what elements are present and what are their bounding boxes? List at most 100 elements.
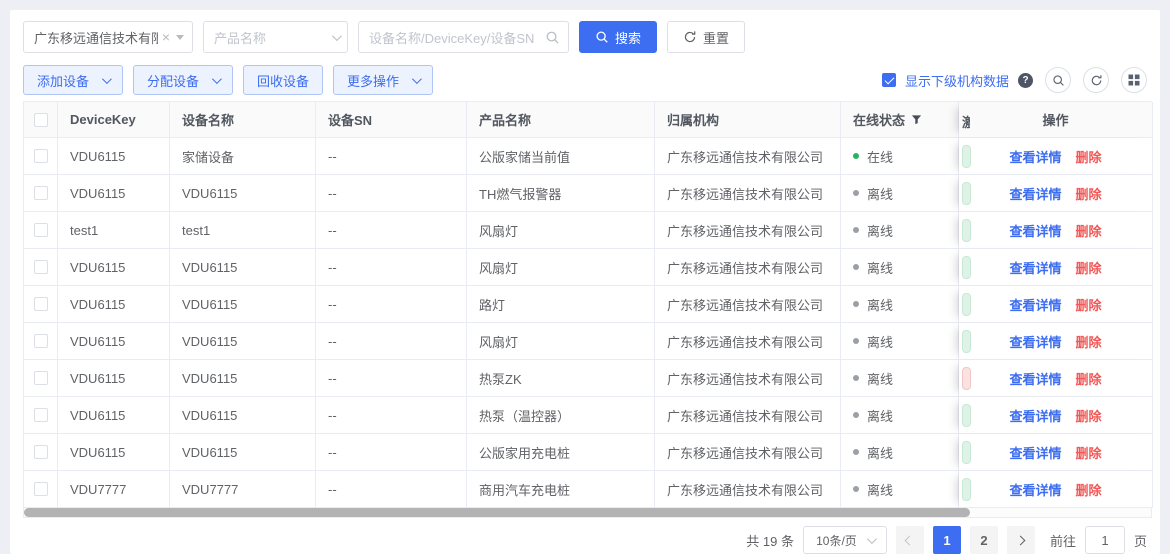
view-detail-link[interactable]: 查看详情 — [1009, 480, 1061, 499]
status-text: 在线 — [867, 147, 893, 166]
more-actions-label: 更多操作 — [347, 71, 399, 90]
view-detail-link[interactable]: 查看详情 — [1009, 406, 1061, 425]
delete-link[interactable]: 删除 — [1076, 184, 1102, 203]
toolbar: 添加设备 分配设备 回收设备 更多操作 显示下级机构数据 ? — [23, 65, 1147, 95]
assign-device-button[interactable]: 分配设备 — [133, 65, 233, 95]
filter-funnel-icon[interactable] — [911, 114, 922, 125]
activation-tag — [962, 367, 971, 390]
delete-link[interactable]: 删除 — [1076, 258, 1102, 277]
row-checkbox[interactable] — [34, 223, 48, 237]
row-checkbox[interactable] — [34, 260, 48, 274]
recycle-device-button[interactable]: 回收设备 — [243, 65, 323, 95]
view-detail-link[interactable]: 查看详情 — [1009, 332, 1061, 351]
delete-link[interactable]: 删除 — [1076, 295, 1102, 314]
view-detail-link[interactable]: 查看详情 — [1009, 221, 1061, 240]
row-checkbox[interactable] — [34, 445, 48, 459]
cell-device-key: VDU6115 — [58, 360, 170, 397]
show-sub-org-checkbox[interactable] — [882, 73, 896, 87]
page-button-2[interactable]: 2 — [970, 526, 998, 554]
cell-device-key: test1 — [58, 212, 170, 249]
cell-online-status: 离线 — [841, 397, 959, 434]
cell-device-sn: -- — [316, 212, 467, 249]
page-button-1[interactable]: 1 — [933, 526, 961, 554]
search-button[interactable]: 搜索 — [579, 21, 657, 53]
filter-bar: 广东移远通信技术有限... × 产品名称 设备名称/DeviceKey/设备SN… — [23, 21, 745, 53]
status-dot — [853, 449, 859, 455]
view-detail-link[interactable]: 查看详情 — [1009, 295, 1061, 314]
cell-device-name: VDU6115 — [170, 286, 316, 323]
cell-org: 广东移远通信技术有限公司 — [655, 249, 841, 286]
clipped-column-header: 激 — [962, 112, 970, 131]
status-dot — [853, 412, 859, 418]
cell-device-key: VDU7777 — [58, 471, 170, 508]
page-size-select[interactable]: 10条/页 — [803, 526, 887, 554]
select-all-checkbox[interactable] — [34, 113, 48, 127]
clear-icon[interactable]: × — [162, 30, 170, 44]
delete-link[interactable]: 删除 — [1076, 369, 1102, 388]
zoom-icon-button[interactable] — [1045, 67, 1071, 93]
refresh-icon-button[interactable] — [1083, 67, 1109, 93]
view-detail-link[interactable]: 查看详情 — [1009, 369, 1061, 388]
col-header-product: 产品名称 — [467, 102, 655, 138]
table-tools: 显示下级机构数据 ? — [882, 67, 1147, 93]
cell-actions: 查看详情 删除 — [959, 286, 1153, 323]
row-checkbox[interactable] — [34, 334, 48, 348]
next-page-button[interactable] — [1007, 526, 1035, 554]
status-dot — [853, 227, 859, 233]
row-checkbox[interactable] — [34, 149, 48, 163]
search-button-label: 搜索 — [615, 28, 641, 47]
org-select[interactable]: 广东移远通信技术有限... × — [23, 21, 193, 53]
more-actions-button[interactable]: 更多操作 — [333, 65, 433, 95]
cell-actions: 查看详情 删除 — [959, 397, 1153, 434]
status-text: 离线 — [867, 221, 893, 240]
activation-tag — [962, 441, 971, 464]
assign-device-label: 分配设备 — [147, 71, 199, 90]
device-search-placeholder: 设备名称/DeviceKey/设备SN — [369, 28, 545, 47]
device-search-input[interactable]: 设备名称/DeviceKey/设备SN — [358, 21, 569, 53]
row-checkbox-cell — [24, 175, 58, 212]
status-text: 离线 — [867, 258, 893, 277]
help-icon[interactable]: ? — [1018, 73, 1033, 88]
row-checkbox[interactable] — [34, 482, 48, 496]
product-select[interactable]: 产品名称 — [203, 21, 348, 53]
cell-product-name: 风扇灯 — [467, 212, 655, 249]
row-checkbox[interactable] — [34, 408, 48, 422]
goto-page-input[interactable] — [1085, 526, 1125, 554]
view-detail-link[interactable]: 查看详情 — [1009, 443, 1061, 462]
device-table: DeviceKey 设备名称 设备SN 产品名称 归属机构 在线状态 激 操作 … — [23, 101, 1152, 508]
cell-product-name: 风扇灯 — [467, 249, 655, 286]
cell-online-status: 离线 — [841, 175, 959, 212]
cell-org: 广东移远通信技术有限公司 — [655, 323, 841, 360]
column-settings-icon-button[interactable] — [1121, 67, 1147, 93]
row-checkbox[interactable] — [34, 297, 48, 311]
view-detail-link[interactable]: 查看详情 — [1009, 147, 1061, 166]
delete-link[interactable]: 删除 — [1076, 147, 1102, 166]
add-device-label: 添加设备 — [37, 71, 89, 90]
horizontal-scrollbar-track[interactable] — [23, 507, 1152, 518]
table-header-row: DeviceKey 设备名称 设备SN 产品名称 归属机构 在线状态 激 操作 — [24, 102, 1152, 138]
delete-link[interactable]: 删除 — [1076, 221, 1102, 240]
row-checkbox[interactable] — [34, 371, 48, 385]
add-device-button[interactable]: 添加设备 — [23, 65, 123, 95]
reset-button[interactable]: 重置 — [667, 21, 745, 53]
cell-device-name: 家储设备 — [170, 138, 316, 175]
pagination-bar: 共 19 条 10条/页 1 2 前往 页 — [746, 526, 1147, 554]
delete-link[interactable]: 删除 — [1076, 406, 1102, 425]
horizontal-scrollbar-thumb[interactable] — [24, 508, 970, 517]
col-header-device-sn: 设备SN — [316, 102, 467, 138]
cell-device-sn: -- — [316, 471, 467, 508]
row-checkbox[interactable] — [34, 186, 48, 200]
cell-device-sn: -- — [316, 175, 467, 212]
cell-device-sn: -- — [316, 397, 467, 434]
delete-link[interactable]: 删除 — [1076, 480, 1102, 499]
status-dot — [853, 338, 859, 344]
delete-link[interactable]: 删除 — [1076, 443, 1102, 462]
cell-device-name: VDU6115 — [170, 175, 316, 212]
delete-link[interactable]: 删除 — [1076, 332, 1102, 351]
cell-org: 广东移远通信技术有限公司 — [655, 471, 841, 508]
cell-device-key: VDU6115 — [58, 249, 170, 286]
prev-page-button[interactable] — [896, 526, 924, 554]
show-sub-org-label[interactable]: 显示下级机构数据 — [905, 71, 1009, 90]
view-detail-link[interactable]: 查看详情 — [1009, 258, 1061, 277]
view-detail-link[interactable]: 查看详情 — [1009, 184, 1061, 203]
